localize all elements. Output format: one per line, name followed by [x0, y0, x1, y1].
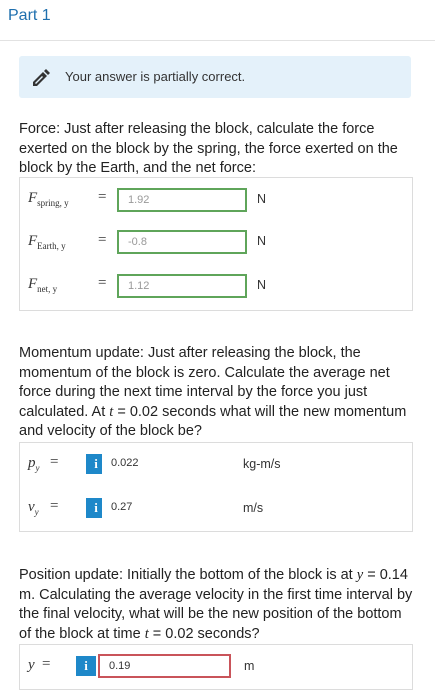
equals-sign: = — [42, 656, 51, 672]
equals-sign: = — [98, 232, 107, 248]
f-spring-unit: N — [257, 192, 267, 206]
v-y-row: vy = i 0.27 m/s — [20, 487, 412, 529]
y-input[interactable]: 0.19 — [98, 654, 231, 678]
v-y-input[interactable]: 0.27 — [102, 496, 234, 520]
momentum-question: Momentum update: Just after releasing th… — [19, 345, 407, 439]
f-earth-unit: N — [257, 234, 267, 248]
force-question: Force: Just after releasing the block, c… — [19, 121, 398, 176]
part-title: Part 1 — [8, 7, 51, 24]
alert-text: Your answer is partially correct. — [65, 69, 246, 84]
y-label: y — [28, 657, 35, 673]
part-header: Part 1 — [0, 0, 435, 41]
pencil-icon — [33, 69, 50, 86]
equals-sign: = — [98, 189, 107, 205]
f-net-input[interactable]: 1.12 — [117, 274, 247, 298]
info-icon[interactable]: i — [76, 656, 96, 676]
f-spring-row: Fspring, y = 1.92 N — [20, 178, 412, 220]
f-net-unit: N — [257, 278, 267, 292]
p-y-label: py — [28, 455, 40, 473]
f-earth-row: FEarth, y = -0.8 N — [20, 221, 412, 263]
v-y-unit: m/s — [243, 501, 264, 515]
partial-correct-alert: Your answer is partially correct. — [19, 56, 411, 98]
f-earth-label: FEarth, y — [28, 233, 66, 251]
v-y-label: vy — [28, 499, 39, 517]
f-spring-input[interactable]: 1.92 — [117, 188, 247, 212]
equals-sign: = — [50, 498, 59, 514]
force-panel: Fspring, y = 1.92 N FEarth, y = -0.8 N F… — [19, 177, 413, 311]
y-unit: m — [244, 659, 255, 673]
f-net-label: Fnet, y — [28, 276, 58, 294]
page: Part 1 Your answer is partially correct.… — [0, 0, 435, 700]
f-earth-input[interactable]: -0.8 — [117, 230, 247, 254]
p-y-input[interactable]: 0.022 — [102, 452, 234, 476]
p-y-unit: kg-m/s — [243, 457, 281, 471]
y-row: y = i 0.19 m — [20, 645, 412, 687]
f-spring-label: Fspring, y — [28, 190, 69, 208]
momentum-panel: py = i 0.022 kg-m/s vy = i 0.27 m/s — [19, 442, 413, 532]
p-y-row: py = i 0.022 kg-m/s — [20, 443, 412, 485]
f-net-row: Fnet, y = 1.12 N — [20, 264, 412, 306]
equals-sign: = — [50, 454, 59, 470]
position-panel: y = i 0.19 m — [19, 644, 413, 690]
equals-sign: = — [98, 275, 107, 291]
position-question: Position update: Initially the bottom of… — [19, 567, 413, 642]
